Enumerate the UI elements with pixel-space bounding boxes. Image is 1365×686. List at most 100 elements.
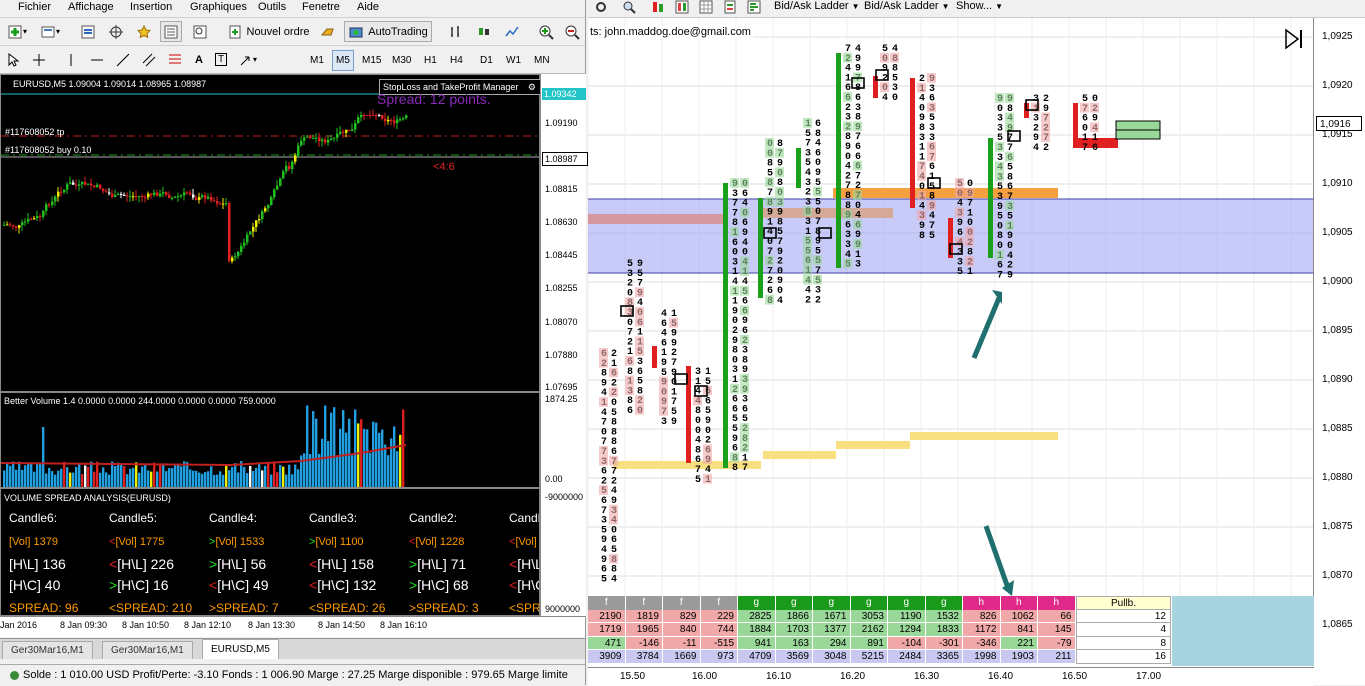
stats-cell: 2825 xyxy=(738,609,776,623)
ladder-dropdown-1[interactable]: Bid/Ask Ladder ▼ xyxy=(774,0,860,12)
imbalance-cell xyxy=(609,455,618,466)
volume-bar xyxy=(357,423,360,487)
delta-view-button[interactable] xyxy=(650,0,668,16)
meta-editor-button[interactable] xyxy=(318,21,338,42)
candle-body xyxy=(279,178,282,186)
volume-bar xyxy=(159,464,162,487)
menu-aide[interactable]: Aide xyxy=(357,1,379,13)
timeframe-h4[interactable]: H4 xyxy=(446,50,467,71)
candle-body xyxy=(315,137,318,139)
search-button[interactable] xyxy=(622,0,638,16)
text-tool-button[interactable]: A xyxy=(190,49,208,70)
stats-cell: 2162 xyxy=(850,623,888,637)
timeframe-m1[interactable]: M1 xyxy=(306,50,328,71)
menu-graphiques[interactable]: Graphiques xyxy=(190,1,247,13)
cursor-button[interactable] xyxy=(4,49,22,70)
tab-ger30-2[interactable]: Ger30Mar16,M1 xyxy=(102,641,193,659)
timeframe-w1[interactable]: W1 xyxy=(502,50,525,71)
imbalance-cell xyxy=(609,387,618,397)
line-chart-button[interactable] xyxy=(502,21,522,42)
candle-body xyxy=(393,120,396,124)
menu-fichier[interactable]: Fichier xyxy=(18,1,51,13)
play-button[interactable] xyxy=(1284,28,1306,50)
candle-body xyxy=(78,184,81,186)
candle-body xyxy=(144,197,147,199)
imbalance-cell xyxy=(775,196,784,207)
market-watch-button[interactable] xyxy=(78,21,98,42)
horizontal-line-button[interactable] xyxy=(88,49,106,70)
crosshair-tool-icon xyxy=(33,53,45,66)
footprint-body xyxy=(988,138,993,258)
candle-body xyxy=(285,165,288,172)
footprint-chart[interactable]: 6221869242104578087876376722546973345096… xyxy=(588,18,1313,596)
volume-bar xyxy=(258,463,261,487)
show-dropdown[interactable]: Show... ▼ xyxy=(956,0,1003,12)
profiles-button[interactable]: ▾ xyxy=(36,21,64,42)
tab-ger30-1[interactable]: Ger30Mar16,M1 xyxy=(2,641,93,659)
volume-bar xyxy=(102,467,105,487)
timeframe-h1[interactable]: H1 xyxy=(420,50,441,71)
new-order-button[interactable]: Nouvel ordre xyxy=(224,21,312,42)
timeframe-m5[interactable]: M5 xyxy=(332,50,354,71)
label-tool-button[interactable]: T xyxy=(212,49,230,70)
volume-bar xyxy=(312,411,315,487)
candle-body xyxy=(132,196,135,198)
bar-chart-button[interactable] xyxy=(446,21,466,42)
volume-profile-button[interactable] xyxy=(746,0,764,16)
ladder-view-button[interactable] xyxy=(722,0,740,16)
timeframe-d1[interactable]: D1 xyxy=(476,50,497,71)
crosshair-tool-button[interactable] xyxy=(30,49,48,70)
imbalance-cell xyxy=(740,266,749,276)
vsa-spread: >SPREAD: 7 xyxy=(209,601,279,615)
candle-body xyxy=(117,193,120,195)
menu-insertion[interactable]: Insertion xyxy=(130,1,172,13)
tab-eurusd[interactable]: EURUSD,M5 xyxy=(202,639,279,659)
zoom-in-button[interactable] xyxy=(536,21,556,42)
new-chart-button[interactable]: ▾ xyxy=(2,21,32,42)
timeframe-m15[interactable]: M15 xyxy=(358,50,385,71)
candle-body xyxy=(36,216,39,219)
volume-bar xyxy=(324,405,327,487)
menu-affichage[interactable]: Affichage xyxy=(68,1,114,13)
arrows-icon xyxy=(240,56,250,65)
timeframe-m30[interactable]: M30 xyxy=(388,50,415,71)
channel-button[interactable] xyxy=(140,49,158,70)
terminal-button[interactable] xyxy=(160,21,182,42)
stats-cell: -79 xyxy=(1038,636,1076,650)
volume-bar xyxy=(120,463,123,487)
zoom-out-button[interactable] xyxy=(562,21,582,42)
autotrading-button[interactable]: AutoTrading xyxy=(344,21,432,42)
candle-body xyxy=(12,225,15,227)
vertical-line-button[interactable] xyxy=(62,49,80,70)
menu-outils[interactable]: Outils xyxy=(258,1,286,13)
volume-bar xyxy=(54,474,57,487)
candle-body xyxy=(318,137,321,142)
candle-body xyxy=(189,192,192,195)
fibonacci-button[interactable] xyxy=(166,49,184,70)
better-volume-panel[interactable]: Better Volume 1.4 0.0000 0.0000 244.0000… xyxy=(0,392,540,488)
vsa-candle-column: Candle4: >[Vol] 1533 >[H\L] 56 <[H\C] 49 >SP… xyxy=(209,489,309,615)
strategy-tester-button[interactable] xyxy=(190,21,210,42)
stats-cell: 1833 xyxy=(925,623,963,637)
data-window-button[interactable] xyxy=(106,21,126,42)
trendline-button[interactable] xyxy=(114,49,132,70)
time-tick: 16.30 xyxy=(914,671,940,682)
volume-bar xyxy=(141,466,144,487)
ladder-dropdown-2[interactable]: Bid/Ask Ladder ▼ xyxy=(864,0,950,12)
volume-bar xyxy=(162,465,165,487)
footprint-cell: 6 xyxy=(1092,143,1098,154)
grid-view-button[interactable] xyxy=(698,0,716,16)
vsa-volume-value: [Vol] 1379 xyxy=(9,536,58,548)
price-chart[interactable]: EURUSD,M5 1.09004 1.09014 1.08965 1.0898… xyxy=(0,74,541,392)
menu-fenetre[interactable]: Fenetre xyxy=(302,1,340,13)
footprint-view-button[interactable] xyxy=(674,0,692,16)
arrows-button[interactable]: ▾ xyxy=(236,49,260,70)
timeframe-mn[interactable]: MN xyxy=(530,50,554,71)
volume-header: Better Volume 1.4 0.0000 0.0000 244.0000… xyxy=(4,396,276,406)
settings-button[interactable] xyxy=(594,0,610,16)
candlestick-button[interactable] xyxy=(474,21,494,42)
volume-bar xyxy=(135,462,138,487)
stats-cell: -301 xyxy=(925,636,963,650)
navigator-button[interactable] xyxy=(134,21,154,42)
volume-bar xyxy=(219,471,222,487)
